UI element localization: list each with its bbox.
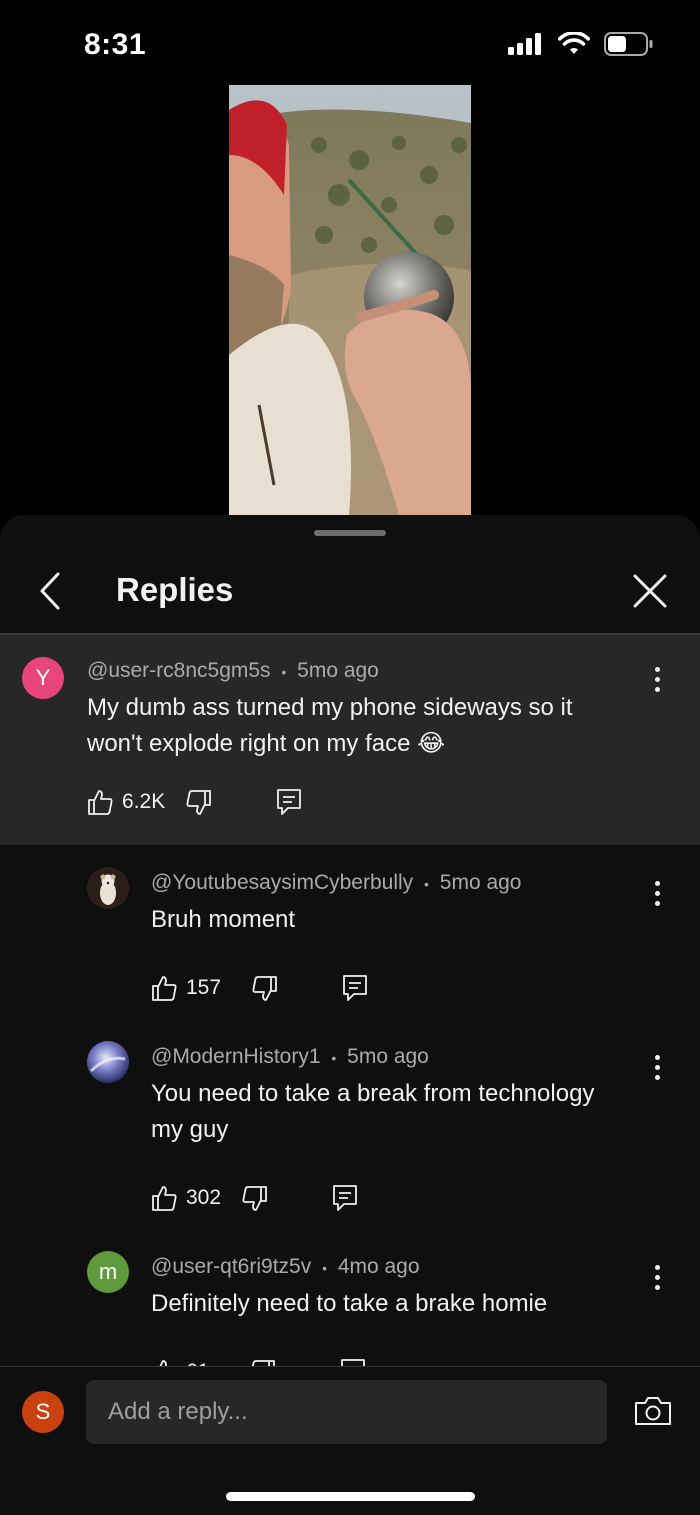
comment-author[interactable]: @user-qt6ri9tz5v [151,1255,311,1278]
replies-list[interactable]: @YoutubesaysimCyberbully • 5mo ago Bruh … [0,845,700,1367]
thumbs-down-icon [186,789,212,815]
avatar-letter: Y [35,665,51,690]
parent-comment: Y @user-rc8nc5gm5s • 5mo ago My dumb ass… [0,635,700,845]
planet-avatar-image [87,1041,129,1083]
thumbs-up-icon [152,1185,177,1211]
avatar-letter: m [98,1259,118,1284]
cellular-signal-icon [508,33,541,55]
sheet-title: Replies [116,571,234,608]
avatar[interactable] [87,1041,129,1083]
reply-button[interactable] [332,1184,358,1212]
comment-text: Definitely need to take a brake homie [151,1290,548,1317]
thumbs-up-icon [88,789,113,815]
dislike-button[interactable] [241,1185,268,1212]
comment-text: My dumb ass turned my phone sideways so … [87,694,573,757]
replies-sheet: Replies Y @user-rc8nc5gm5s • 5mo ago My … [0,515,700,1515]
comment-actions: 6.2K [87,785,302,819]
like-count: 157 [186,976,222,999]
avatar-letter: S [35,1399,51,1424]
camera-button[interactable] [632,1391,674,1431]
comment-meta: @user-qt6ri9tz5v • 4mo ago [151,1255,420,1279]
meta-separator: • [281,664,287,680]
video-player[interactable] [229,85,471,515]
like-count: 6.2K [122,790,166,813]
reply-input[interactable] [86,1380,607,1444]
reply-button[interactable] [276,788,302,816]
dislike-button[interactable] [185,789,212,816]
avatar[interactable]: m [87,1251,129,1293]
meta-separator: • [331,1050,337,1066]
comment-age: 4mo ago [337,1255,420,1278]
drag-handle[interactable] [314,530,386,536]
comment-author[interactable]: @user-rc8nc5gm5s [87,659,271,682]
dislike-button[interactable] [251,975,278,1002]
reply-comment-icon [343,975,367,1001]
more-options-button[interactable] [645,873,669,913]
battery-icon [604,32,653,56]
comment-meta: @ModernHistory1 • 5mo ago [151,1045,429,1069]
comment-age: 5mo ago [347,1045,429,1068]
meta-separator: • [424,876,429,892]
video-frame-image [229,85,471,515]
meta-separator: • [322,1260,327,1276]
more-options-button[interactable] [645,659,669,699]
status-time: 8:31 [84,28,147,61]
close-icon [633,574,667,608]
comment-author[interactable]: @YoutubesaysimCyberbully [151,871,413,894]
dog-avatar-image [87,867,129,909]
comment-author[interactable]: @ModernHistory1 [151,1045,321,1068]
comment-age: 5mo ago [439,871,522,894]
more-options-button[interactable] [645,1047,669,1087]
thumbs-up-icon [152,975,177,1001]
chevron-left-icon [40,572,60,610]
camera-icon [635,1397,671,1425]
reply-button[interactable] [342,974,368,1002]
status-bar: 8:31 [0,0,700,84]
comment-meta: @user-rc8nc5gm5s • 5mo ago [87,659,379,683]
comment-age: 5mo ago [297,659,379,682]
comment-actions: 157 [151,971,368,1005]
comment-meta: @YoutubesaysimCyberbully • 5mo ago [151,871,522,895]
comment-actions: 302 [151,1181,358,1215]
avatar[interactable] [87,867,129,909]
more-options-button[interactable] [645,1257,669,1297]
user-avatar[interactable]: S [22,1391,64,1433]
wifi-icon [558,32,590,54]
like-button[interactable]: 157 [151,975,221,1002]
close-button[interactable] [630,569,670,613]
reply-composer: S [0,1366,700,1515]
comment-text: Bruh moment [151,906,296,933]
back-button[interactable] [30,569,70,613]
sheet-header: Replies [0,555,700,633]
home-indicator[interactable] [226,1492,475,1501]
reply-comment-icon [333,1185,357,1211]
like-button[interactable]: 302 [151,1185,221,1212]
reply-comment-icon [277,789,302,815]
like-button[interactable]: 6.2K [87,789,165,816]
comment-text: You need to take a break from technology… [151,1080,595,1143]
like-count: 302 [186,1186,222,1209]
thumbs-down-icon [252,975,277,1001]
thumbs-down-icon [242,1185,267,1211]
avatar[interactable]: Y [22,657,64,699]
status-icons [508,32,654,56]
